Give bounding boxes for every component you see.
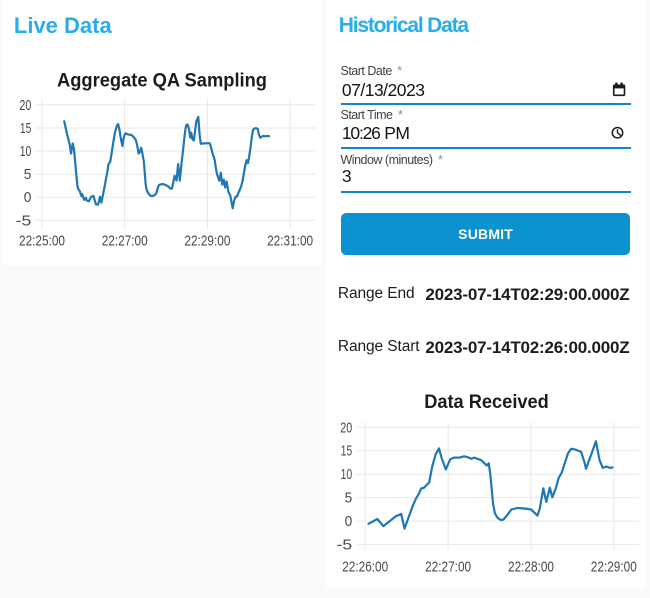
- svg-text:5: 5: [24, 166, 32, 183]
- svg-text:22:28:00: 22:28:00: [508, 559, 554, 576]
- svg-text:22:27:00: 22:27:00: [425, 559, 471, 576]
- svg-text:5: 5: [345, 490, 353, 507]
- svg-text:10: 10: [341, 466, 353, 483]
- svg-text:Data Received: Data Received: [424, 392, 549, 413]
- svg-text:22:29:00: 22:29:00: [591, 559, 637, 576]
- svg-text:15: 15: [341, 443, 352, 460]
- svg-text:-5: -5: [337, 536, 353, 553]
- svg-text:Aggregate QA Sampling: Aggregate QA Sampling: [57, 71, 267, 92]
- svg-text:-5: -5: [16, 212, 32, 229]
- svg-text:22:26:00: 22:26:00: [342, 559, 388, 576]
- svg-text:22:31:00: 22:31:00: [267, 233, 313, 250]
- svg-text:20: 20: [340, 419, 352, 436]
- svg-text:22:25:00: 22:25:00: [19, 233, 65, 250]
- svg-text:15: 15: [20, 120, 31, 137]
- svg-text:10: 10: [20, 143, 32, 160]
- svg-text:20: 20: [19, 97, 31, 114]
- svg-text:22:29:00: 22:29:00: [184, 233, 230, 250]
- svg-text:0: 0: [24, 189, 32, 206]
- svg-text:22:27:00: 22:27:00: [102, 233, 148, 250]
- svg-text:0: 0: [345, 513, 353, 530]
